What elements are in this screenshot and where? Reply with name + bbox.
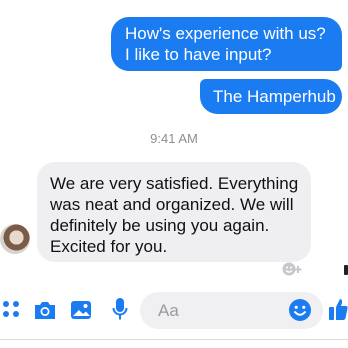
outgoing-message[interactable]: The Hamperhub (200, 79, 342, 114)
message-timestamp: 9:41 AM (150, 131, 198, 146)
input-placeholder: Aa (158, 301, 179, 320)
avatar[interactable] (0, 224, 30, 254)
camera-icon[interactable] (33, 300, 57, 325)
partial-icon (344, 265, 348, 275)
message-text: How's experience with us? I like to have… (125, 24, 326, 64)
outgoing-message[interactable]: How's experience with us? I like to have… (111, 17, 342, 71)
incoming-message[interactable]: We are very satisfied. Everything was ne… (37, 162, 311, 262)
image-icon[interactable] (70, 300, 92, 325)
emoji-icon[interactable] (288, 298, 312, 327)
thumbs-up-icon[interactable] (329, 297, 348, 326)
add-reaction-icon[interactable] (282, 261, 304, 282)
microphone-icon[interactable] (112, 297, 128, 328)
home-indicator-divider (0, 339, 348, 340)
apps-icon[interactable] (2, 300, 20, 323)
message-text: We are very satisfied. Everything was ne… (50, 174, 299, 256)
message-text: The Hamperhub (213, 87, 336, 106)
